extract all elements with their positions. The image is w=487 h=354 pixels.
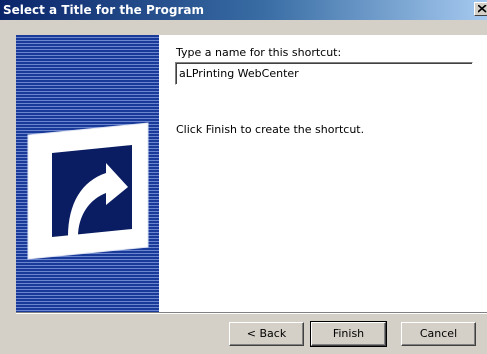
finish-instruction-text: Click Finish to create the shortcut. [176, 123, 365, 136]
wizard-content-panel: Type a name for this shortcut: Click Fin… [159, 35, 487, 312]
button-separator [16, 312, 487, 314]
wizard-banner [16, 35, 159, 312]
close-button[interactable] [474, 2, 487, 16]
close-icon [478, 5, 487, 13]
shortcut-arrow-icon [27, 122, 149, 260]
shortcut-wizard-dialog: Select a Title for the Program Type a na… [0, 0, 487, 354]
cancel-button[interactable]: Cancel [401, 322, 476, 346]
back-button[interactable]: < Back [229, 322, 304, 346]
title-bar[interactable]: Select a Title for the Program [0, 0, 487, 20]
finish-button[interactable]: Finish [310, 321, 387, 347]
shortcut-name-input[interactable] [175, 62, 473, 85]
window-title: Select a Title for the Program [3, 3, 205, 17]
shortcut-name-label: Type a name for this shortcut: [176, 46, 342, 59]
